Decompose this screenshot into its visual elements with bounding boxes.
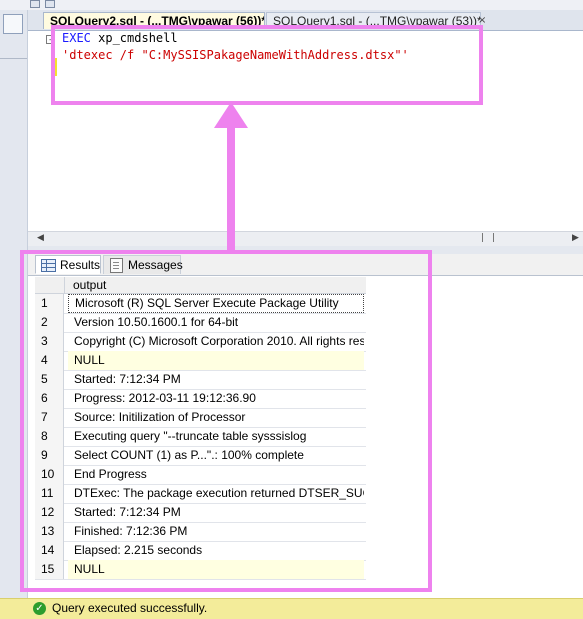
toolbar-strip bbox=[0, 0, 583, 10]
highlight-box-results bbox=[20, 250, 432, 592]
arrow-shaft bbox=[227, 124, 235, 253]
editor-horizontal-scrollbar[interactable] bbox=[28, 231, 583, 246]
object-explorer-button[interactable] bbox=[3, 14, 23, 34]
scroll-right-icon[interactable]: ▶ bbox=[572, 233, 579, 243]
arrow-up-icon bbox=[214, 102, 248, 128]
gutter-divider bbox=[0, 58, 27, 59]
check-circle-icon: ✓ bbox=[33, 602, 46, 615]
status-text: Query executed successfully. bbox=[52, 601, 208, 615]
toolbar-dropdown-icon[interactable] bbox=[45, 0, 55, 8]
highlight-box-query bbox=[51, 25, 483, 105]
toolbar-button-icon[interactable] bbox=[30, 0, 40, 8]
scrollbar-grip-icon[interactable] bbox=[482, 233, 494, 242]
scroll-left-icon[interactable]: ◀ bbox=[37, 233, 44, 243]
